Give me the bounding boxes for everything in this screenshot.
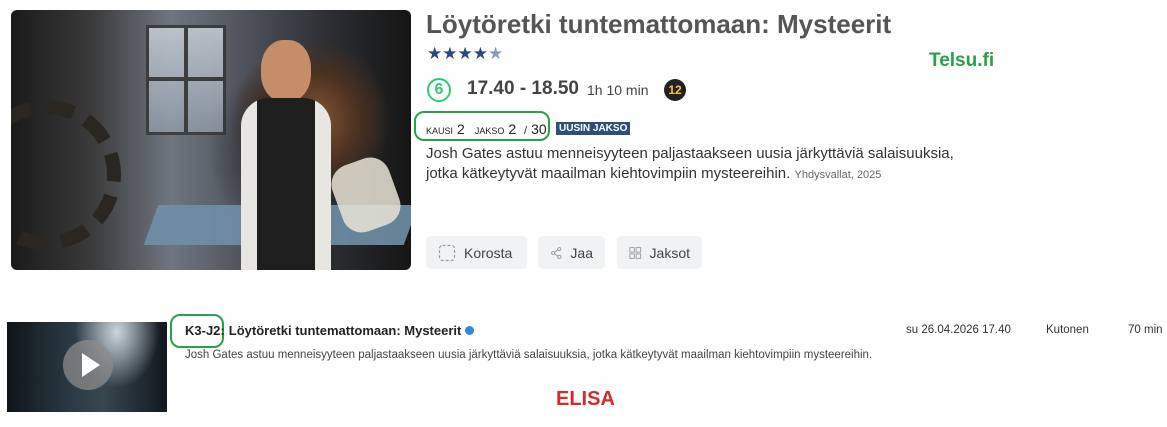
play-icon[interactable] (63, 340, 113, 390)
program-title: Löytöretki tuntemattomaan: Mysteerit (426, 9, 892, 39)
newest-episode-badge: UUSIN JAKSO (556, 122, 631, 135)
episode-title: Löytöretki tuntemattomaan: Mysteerit (228, 323, 462, 338)
broadcast-date: su 26.04.2026 17.40 (906, 324, 1011, 336)
episode-total: 30 (531, 121, 547, 137)
season-label: KAUSI (426, 126, 454, 136)
highlight-button[interactable]: Korosta (426, 236, 527, 269)
season-value: 2 (457, 121, 465, 137)
program-duration: 1h 10 min (587, 82, 649, 98)
channel-logo-icon: 6 (427, 78, 451, 102)
episode-title-row[interactable]: K3-J2: Löytöretki tuntemattomaan: Mystee… (185, 323, 475, 338)
elisa-label: ELISA (556, 388, 615, 410)
episode-label: JAKSO (474, 126, 505, 136)
age-rating-badge: 12 (664, 79, 686, 101)
share-button-label: Jaa (570, 244, 593, 261)
episode-thumbnail[interactable] (7, 322, 167, 412)
highlight-icon (438, 244, 456, 261)
channel-name: Kutonen (1046, 324, 1089, 336)
production-meta: Yhdysvallat, 2025 (794, 169, 882, 181)
broadcast-time: 17.40 - 18.50 (467, 78, 579, 99)
share-button[interactable]: Jaa (538, 236, 605, 269)
status-dot-icon (465, 326, 475, 335)
star-icon: ★ (457, 44, 473, 63)
program-description: Josh Gates astuu menneisyyteen paljastaa… (426, 144, 986, 185)
telsu-label: Telsu.fi (929, 50, 995, 71)
share-icon (551, 246, 562, 259)
episodes-button-label: Jaksot (649, 244, 690, 261)
star-icon: ★ (442, 44, 458, 63)
episode-length: 70 min (1128, 324, 1163, 336)
episode-description: Josh Gates astuu menneisyyteen paljastaa… (185, 349, 873, 361)
episode-value: 2 (508, 121, 517, 137)
star-icon: ★ (427, 44, 443, 63)
grid-icon (629, 246, 642, 259)
half-star-icon: ★ (488, 44, 504, 63)
episode-separator: / (524, 125, 528, 137)
episode-code: K3-J2: (185, 323, 225, 338)
rating-stars: ★★★★★ (427, 44, 503, 64)
season-episode-info: KAUSI 2 JAKSO 2 /30 (426, 121, 547, 137)
episodes-button[interactable]: Jaksot (617, 236, 702, 269)
program-hero-image (11, 10, 411, 270)
star-icon: ★ (472, 44, 488, 63)
highlight-button-label: Korosta (464, 244, 513, 261)
